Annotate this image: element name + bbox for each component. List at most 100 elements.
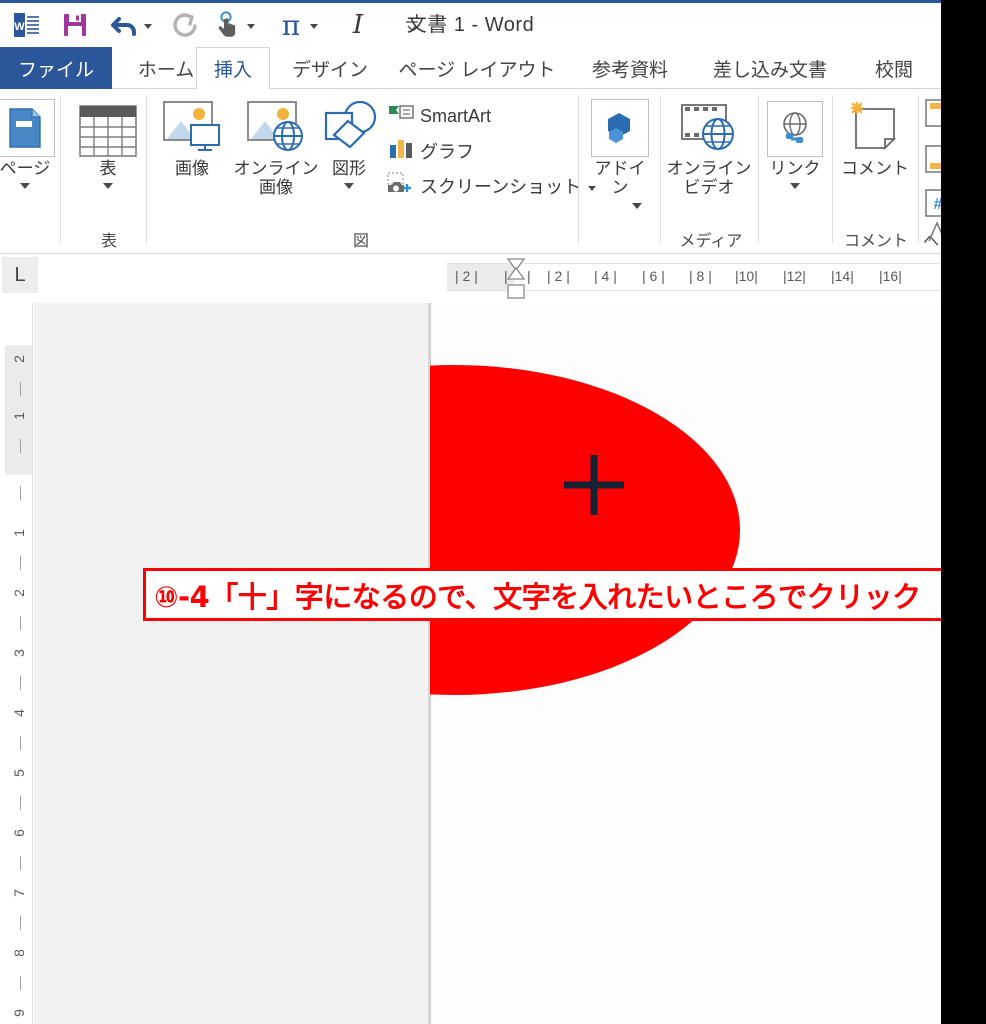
red-ellipse-shape[interactable] <box>430 365 740 695</box>
save-button[interactable] <box>54 5 96 45</box>
vruler-tick: 7 <box>11 889 27 897</box>
shapes-icon <box>320 95 378 157</box>
undo-caret-icon[interactable] <box>144 24 152 29</box>
smartart-icon <box>388 103 414 130</box>
screenshot-button[interactable]: スクリーンショット <box>386 171 597 200</box>
vruler-tick: 9 <box>11 1009 27 1017</box>
crosshair-cursor <box>564 455 624 515</box>
text-group-icon-partial <box>925 221 941 248</box>
vruler-mark: — <box>11 676 27 690</box>
shapes-label: 図形 <box>332 159 366 178</box>
qat-overflow-button[interactable] <box>391 5 433 45</box>
ruler-tick: | 8 | <box>689 268 712 284</box>
link-button[interactable]: リンク <box>762 95 828 190</box>
online-video-button[interactable]: オンライン ビデオ <box>662 95 756 197</box>
vruler-mark: — <box>11 856 27 870</box>
vruler-tick: 1 <box>11 412 27 420</box>
touch-mode-button[interactable] <box>207 5 258 45</box>
table-icon <box>79 95 137 157</box>
comment-icon <box>844 95 906 157</box>
vertical-ruler[interactable]: 2 — 1 — — 1 — 2 — 3 — 4 — 5 — 6 — 7 — 8 … <box>5 303 33 1024</box>
footer-button[interactable] <box>925 145 941 178</box>
group-separator <box>918 95 919 243</box>
ruler-tick: | 2 | <box>547 268 570 284</box>
header-icon <box>925 99 941 127</box>
ruler-tick: |16| <box>879 268 902 284</box>
svg-text:#: # <box>934 196 941 213</box>
cover-page-caret-icon[interactable] <box>20 183 30 190</box>
document-canvas[interactable] <box>34 303 941 1024</box>
overflow-icon <box>394 7 430 43</box>
link-icon <box>767 95 823 157</box>
tab-references[interactable]: 参考資料 <box>572 47 688 89</box>
shapes-caret-icon[interactable] <box>344 183 354 190</box>
cover-page-icon <box>0 95 55 157</box>
link-caret-icon[interactable] <box>790 183 800 190</box>
tab-review[interactable]: 校閲 <box>854 47 934 89</box>
smartart-label: SmartArt <box>420 106 492 126</box>
screenshot-black-gutter <box>941 0 986 1024</box>
link-label: リンク <box>769 159 821 178</box>
table-caret-icon[interactable] <box>103 183 113 190</box>
tab-mailings[interactable]: 差し込み文書 <box>694 47 846 89</box>
tab-stop-selector[interactable]: L <box>2 257 38 293</box>
picture-icon <box>161 95 223 157</box>
vruler-mark: — <box>11 556 27 570</box>
group-separator <box>578 95 579 243</box>
vruler-mark: — <box>11 486 27 500</box>
touch-mode-caret-icon[interactable] <box>247 24 255 29</box>
group-separator <box>146 95 147 243</box>
smartart-button[interactable]: SmartArt <box>388 103 491 130</box>
comment-button[interactable]: コメント <box>836 95 914 178</box>
ruler-row: L | 2 | | | | 2 | | 4 | | 6 | | 8 | |10|… <box>0 255 941 303</box>
indent-markers[interactable] <box>505 257 527 301</box>
page-number-icon: # <box>925 189 941 217</box>
comment-label: コメント <box>841 159 909 178</box>
group-label-media: メディア <box>679 233 743 250</box>
ruler-tick: |12| <box>783 268 806 284</box>
undo-button[interactable] <box>104 5 155 45</box>
redo-icon <box>166 7 202 43</box>
vruler-tick: 2 <box>11 355 27 363</box>
table-button[interactable]: 表 <box>70 95 146 190</box>
shapes-button[interactable]: 図形 <box>316 95 382 190</box>
vruler-tick: 5 <box>11 769 27 777</box>
ruler-tick: |10| <box>735 268 758 284</box>
ribbon-insert-panel: 表 図 メディア コメント ヘ ページ 表 画像 オンライン 画像 図形 Sma… <box>0 89 941 254</box>
table-label: 表 <box>99 159 117 178</box>
online-picture-label: オンライン 画像 <box>233 159 319 198</box>
vruler-tick: 3 <box>11 649 27 657</box>
annotation-callout: ⑩-4「十」字になるので、文字を入れたいところでクリック <box>143 568 986 621</box>
italic-button[interactable]: I <box>337 5 379 45</box>
group-separator <box>758 95 759 243</box>
picture-button[interactable]: 画像 <box>156 95 228 178</box>
page-number-button[interactable]: # <box>925 189 941 222</box>
cover-page-label: ページ <box>0 159 51 178</box>
tab-design[interactable]: デザイン <box>278 47 382 89</box>
tab-page-layout[interactable]: ページ レイアウト <box>386 47 568 89</box>
word-application-window: R 文書 1 - Word W <box>0 0 986 1024</box>
chart-button[interactable]: グラフ <box>388 137 474 164</box>
addins-caret-icon[interactable] <box>632 203 642 209</box>
equation-button[interactable]: π <box>270 5 321 45</box>
group-label-figures: 図 <box>352 233 369 250</box>
screenshot-label: スクリーンショット <box>420 176 582 197</box>
group-label-tables: 表 <box>100 233 117 250</box>
header-button[interactable] <box>925 99 941 132</box>
ruler-tick: |14| <box>831 268 854 284</box>
redo-button[interactable] <box>163 5 205 45</box>
tab-insert[interactable]: 挿入 <box>196 47 270 90</box>
vruler-mark: — <box>11 439 27 453</box>
cover-page-button[interactable]: ページ <box>0 95 64 190</box>
italic-icon: I <box>352 10 364 40</box>
equation-caret-icon[interactable] <box>310 24 318 29</box>
vruler-mark: — <box>11 736 27 750</box>
online-picture-button[interactable]: オンライン 画像 <box>228 95 324 197</box>
addins-button[interactable]: アドイ ン <box>588 95 652 209</box>
word-app-icon[interactable]: W <box>6 5 48 45</box>
quick-access-toolbar: W π I <box>0 3 941 47</box>
chart-icon <box>388 137 414 164</box>
tab-file[interactable]: ファイル <box>0 47 112 89</box>
vruler-mark: — <box>11 382 27 396</box>
addins-label: アドイ ン <box>594 159 646 198</box>
